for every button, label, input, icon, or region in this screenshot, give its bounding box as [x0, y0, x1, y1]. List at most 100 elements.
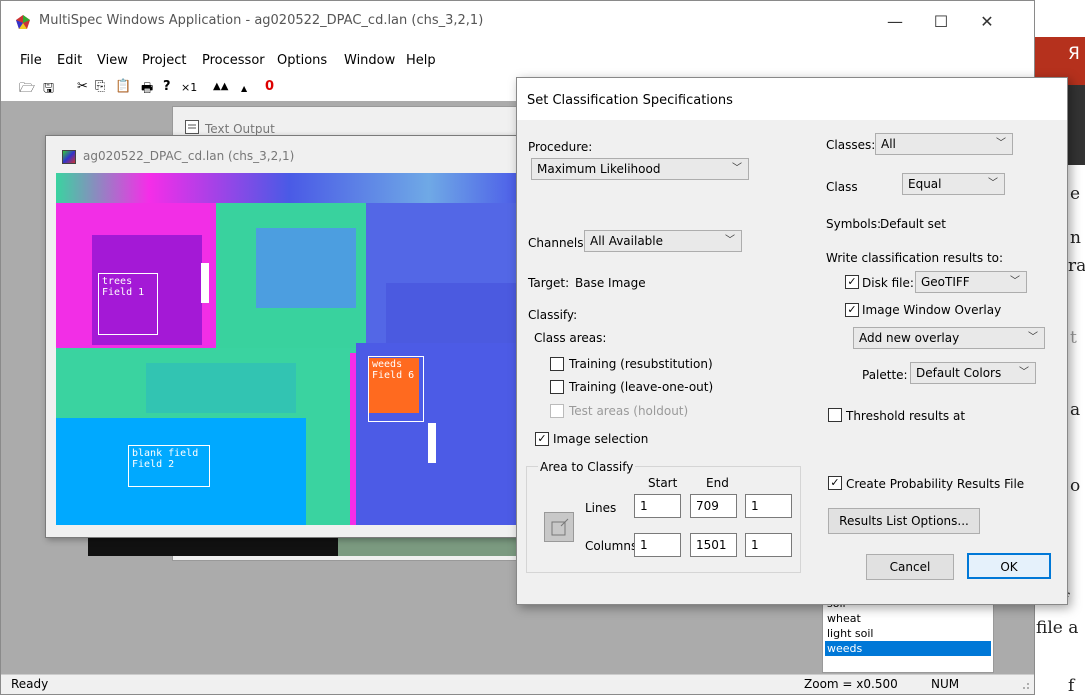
chevron-down-icon: ﹀	[725, 235, 735, 246]
overlay-select[interactable]: Add new overlay ﹀	[853, 327, 1045, 349]
zoom-out-icon[interactable]: ▲	[241, 84, 247, 93]
save-icon[interactable]: 🖫	[43, 79, 54, 101]
palette-label: Palette:	[862, 368, 908, 382]
image-selection-checkbox[interactable]: ✓	[535, 432, 549, 446]
zoom-x1-icon[interactable]: ×1	[181, 81, 197, 94]
close-button[interactable]: ✕	[964, 1, 1010, 43]
image-strip-green	[338, 538, 520, 556]
threshold-label: Threshold results at	[846, 409, 966, 423]
menu-options[interactable]: Options	[277, 53, 327, 68]
lines-end-input[interactable]: 709	[690, 494, 737, 518]
field-box-trees: trees Field 1	[98, 273, 158, 335]
background-text: n	[1070, 228, 1081, 248]
disk-file-label: Disk file:	[862, 276, 914, 290]
channels-select[interactable]: All Available ﹀	[584, 230, 742, 252]
test-areas-label: Test areas (holdout)	[569, 404, 689, 418]
resize-grip-icon[interactable]	[1018, 678, 1030, 690]
overlay-icon[interactable]: 0	[265, 79, 274, 94]
menu-edit[interactable]: Edit	[57, 53, 82, 68]
classified-image[interactable]: trees Field 1 weeds Field 6 blank field …	[56, 173, 522, 525]
training-loo-checkbox[interactable]	[550, 380, 564, 394]
window-title: MultiSpec Windows Application - ag020522…	[39, 13, 484, 28]
list-item[interactable]: wheat	[825, 611, 991, 626]
class-weight-select[interactable]: Equal ﹀	[902, 173, 1005, 195]
procedure-select[interactable]: Maximum Likelihood ﹀	[531, 158, 749, 180]
list-item-selected[interactable]: weeds	[825, 641, 991, 656]
zoom-in-icon[interactable]: ▲▲	[213, 81, 228, 92]
lines-label: Lines	[585, 501, 617, 515]
chevron-down-icon: ﹀	[996, 138, 1006, 149]
lines-interval-input[interactable]: 1	[745, 494, 792, 518]
columns-interval-input[interactable]: 1	[745, 533, 792, 557]
disk-file-format-select[interactable]: GeoTIFF ﹀	[915, 271, 1027, 293]
background-text: a	[1070, 400, 1081, 420]
class-areas-label: Class areas:	[534, 331, 607, 345]
text-output-title: Text Output	[205, 122, 275, 136]
training-loo-label: Training (leave-one-out)	[569, 380, 714, 394]
select-area-icon[interactable]	[544, 512, 574, 542]
zoom-readout: Zoom = x0.500	[804, 677, 898, 691]
classes-select[interactable]: All ﹀	[875, 133, 1013, 155]
palette-value: Default Colors	[916, 366, 1002, 380]
menu-window[interactable]: Window	[344, 53, 395, 68]
menu-file[interactable]: File	[20, 53, 42, 68]
image-window-icon	[62, 150, 76, 164]
background-text: f	[1068, 676, 1075, 695]
test-areas-checkbox[interactable]	[550, 404, 564, 418]
paste-icon[interactable]: 📋	[115, 79, 131, 94]
results-list-options-button[interactable]: Results List Options...	[828, 508, 980, 534]
cut-icon[interactable]: ✂	[77, 79, 88, 94]
channels-label: Channels:	[528, 236, 588, 250]
print-icon[interactable]: 🖶	[141, 79, 153, 101]
open-icon[interactable]: 🗁	[19, 79, 35, 101]
columns-start-input[interactable]: 1	[634, 533, 681, 557]
classify-label: Classify:	[528, 308, 578, 322]
menu-view[interactable]: View	[97, 53, 128, 68]
menu-processor[interactable]: Processor	[202, 53, 265, 68]
symbols-label: Symbols:	[826, 217, 881, 231]
menu-project[interactable]: Project	[142, 53, 186, 68]
lines-start-input[interactable]: 1	[634, 494, 681, 518]
target-value: Base Image	[575, 276, 646, 290]
overlay-value: Add new overlay	[859, 331, 960, 345]
palette-select[interactable]: Default Colors ﹀	[910, 362, 1036, 384]
text-window-icon	[185, 120, 199, 134]
training-resub-checkbox[interactable]	[550, 357, 564, 371]
menu-help[interactable]: Help	[406, 53, 436, 68]
image-window-title: ag020522_DPAC_cd.lan (chs_3,2,1)	[83, 149, 295, 163]
background-text: t	[1070, 328, 1077, 348]
training-resub-label: Training (resubstitution)	[569, 357, 713, 371]
disk-file-checkbox[interactable]: ✓	[845, 275, 859, 289]
minimize-button[interactable]: —	[872, 1, 918, 43]
columns-end-input[interactable]: 1501	[690, 533, 737, 557]
target-label: Target:	[528, 276, 570, 290]
chevron-down-icon: ﹀	[1010, 276, 1020, 287]
image-selection-label: Image selection	[553, 432, 649, 446]
multispec-logo-icon	[16, 15, 30, 29]
cancel-button[interactable]: Cancel	[866, 554, 954, 580]
background-header-letter: Я	[1068, 44, 1080, 64]
symbols-value: Default set	[880, 217, 946, 231]
threshold-checkbox[interactable]	[828, 408, 842, 422]
class-list[interactable]: soil wheat light soil weeds	[822, 597, 994, 673]
end-header: End	[706, 476, 729, 490]
procedure-label: Procedure:	[528, 140, 593, 154]
field-name: trees	[102, 276, 133, 287]
procedure-value: Maximum Likelihood	[537, 162, 661, 176]
image-overlay-checkbox[interactable]: ✓	[845, 303, 859, 317]
probability-file-checkbox[interactable]: ✓	[828, 476, 842, 490]
ok-button[interactable]: OK	[967, 553, 1051, 579]
channels-value: All Available	[590, 234, 664, 248]
columns-label: Columns	[585, 539, 638, 553]
copy-icon[interactable]: ⎘	[95, 79, 105, 94]
start-header: Start	[648, 476, 678, 490]
maximize-button[interactable]: ☐	[918, 1, 964, 43]
class-label: Class	[826, 180, 858, 194]
background-text: file a	[1036, 618, 1079, 638]
chevron-down-icon: ﹀	[1028, 332, 1038, 343]
list-item[interactable]: light soil	[825, 626, 991, 641]
dialog-title: Set Classification Specifications	[527, 93, 733, 108]
chevron-down-icon: ﹀	[732, 163, 742, 174]
background-text: ra	[1068, 256, 1085, 276]
help-icon[interactable]: ?	[163, 79, 171, 94]
